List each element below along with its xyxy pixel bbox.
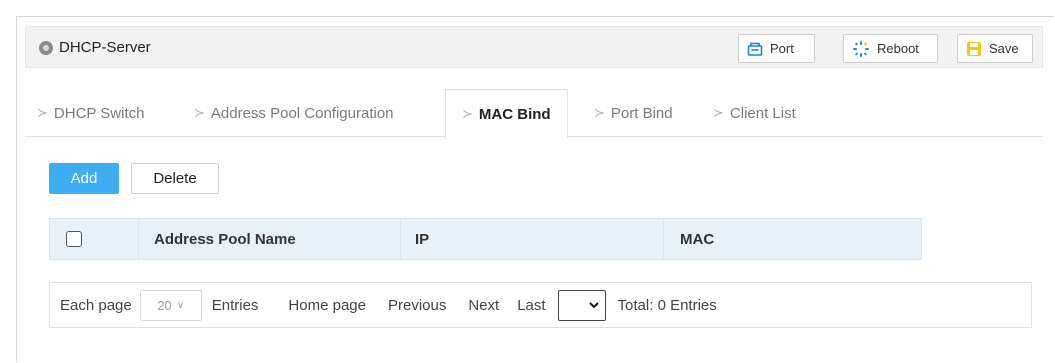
column-ip[interactable]: IP <box>415 219 429 259</box>
select-all-checkbox[interactable] <box>66 231 82 247</box>
tab-label: Client List <box>729 104 796 122</box>
port-button[interactable]: Port <box>738 34 815 63</box>
tab-mac-bind[interactable]: ≻ MAC Bind <box>445 89 568 138</box>
previous-link[interactable]: Previous <box>388 297 446 314</box>
reboot-button[interactable]: Reboot <box>843 34 938 63</box>
add-button[interactable]: Add <box>49 163 119 194</box>
page-size-value: 20 <box>157 297 172 313</box>
port-label: Port <box>770 41 794 56</box>
save-button[interactable]: Save <box>957 34 1033 63</box>
chevron-down-icon <box>588 301 599 308</box>
column-divider <box>400 219 401 259</box>
entries-label: Entries <box>211 296 259 314</box>
save-label: Save <box>989 41 1019 56</box>
tab-bar: ≻ DHCP Switch ≻ Address Pool Configurati… <box>25 89 1043 138</box>
pagination-bar: Each page 20 ∨ Entries Home page Previou… <box>49 282 1032 328</box>
chevron-right-icon: ≻ <box>194 105 205 120</box>
page-size-select[interactable]: 20 ∨ <box>139 289 202 321</box>
tab-label: Address Pool Configuration <box>210 104 394 122</box>
last-link[interactable]: Last <box>517 297 545 314</box>
next-link[interactable]: Next <box>468 297 499 314</box>
reboot-icon <box>852 40 870 58</box>
total-entries: Total: 0 Entries <box>617 296 717 314</box>
title-bar: DHCP-Server Port Reboot Save <box>25 26 1043 68</box>
each-page-label: Each page <box>60 296 132 314</box>
delete-button[interactable]: Delete <box>131 163 219 194</box>
column-divider <box>138 219 139 259</box>
chevron-right-icon: ≻ <box>713 105 724 120</box>
chevron-right-icon: ≻ <box>594 105 605 120</box>
column-address-pool-name[interactable]: Address Pool Name <box>154 219 296 259</box>
reboot-label: Reboot <box>877 41 919 56</box>
status-dot-icon <box>39 41 53 55</box>
column-mac[interactable]: MAC <box>680 219 714 259</box>
chevron-right-icon: ≻ <box>37 105 48 120</box>
save-icon <box>966 41 982 57</box>
chevron-down-icon: ∨ <box>176 299 185 311</box>
tab-dhcp-switch[interactable]: ≻ DHCP Switch <box>37 89 145 137</box>
tab-label: DHCP Switch <box>53 104 145 122</box>
tab-client-list[interactable]: ≻ Client List <box>713 89 796 137</box>
tab-label: Port Bind <box>610 104 673 122</box>
tab-label: MAC Bind <box>478 105 551 123</box>
page-select[interactable] <box>557 289 606 321</box>
home-page-link[interactable]: Home page <box>288 297 366 314</box>
tab-address-pool-configuration[interactable]: ≻ Address Pool Configuration <box>194 89 394 137</box>
table-header: Address Pool Name IP MAC <box>49 218 922 260</box>
chevron-right-icon: ≻ <box>462 106 473 121</box>
column-divider <box>663 219 664 259</box>
tab-port-bind[interactable]: ≻ Port Bind <box>594 89 673 137</box>
port-icon <box>747 41 763 57</box>
page-title: DHCP-Server <box>59 39 151 56</box>
